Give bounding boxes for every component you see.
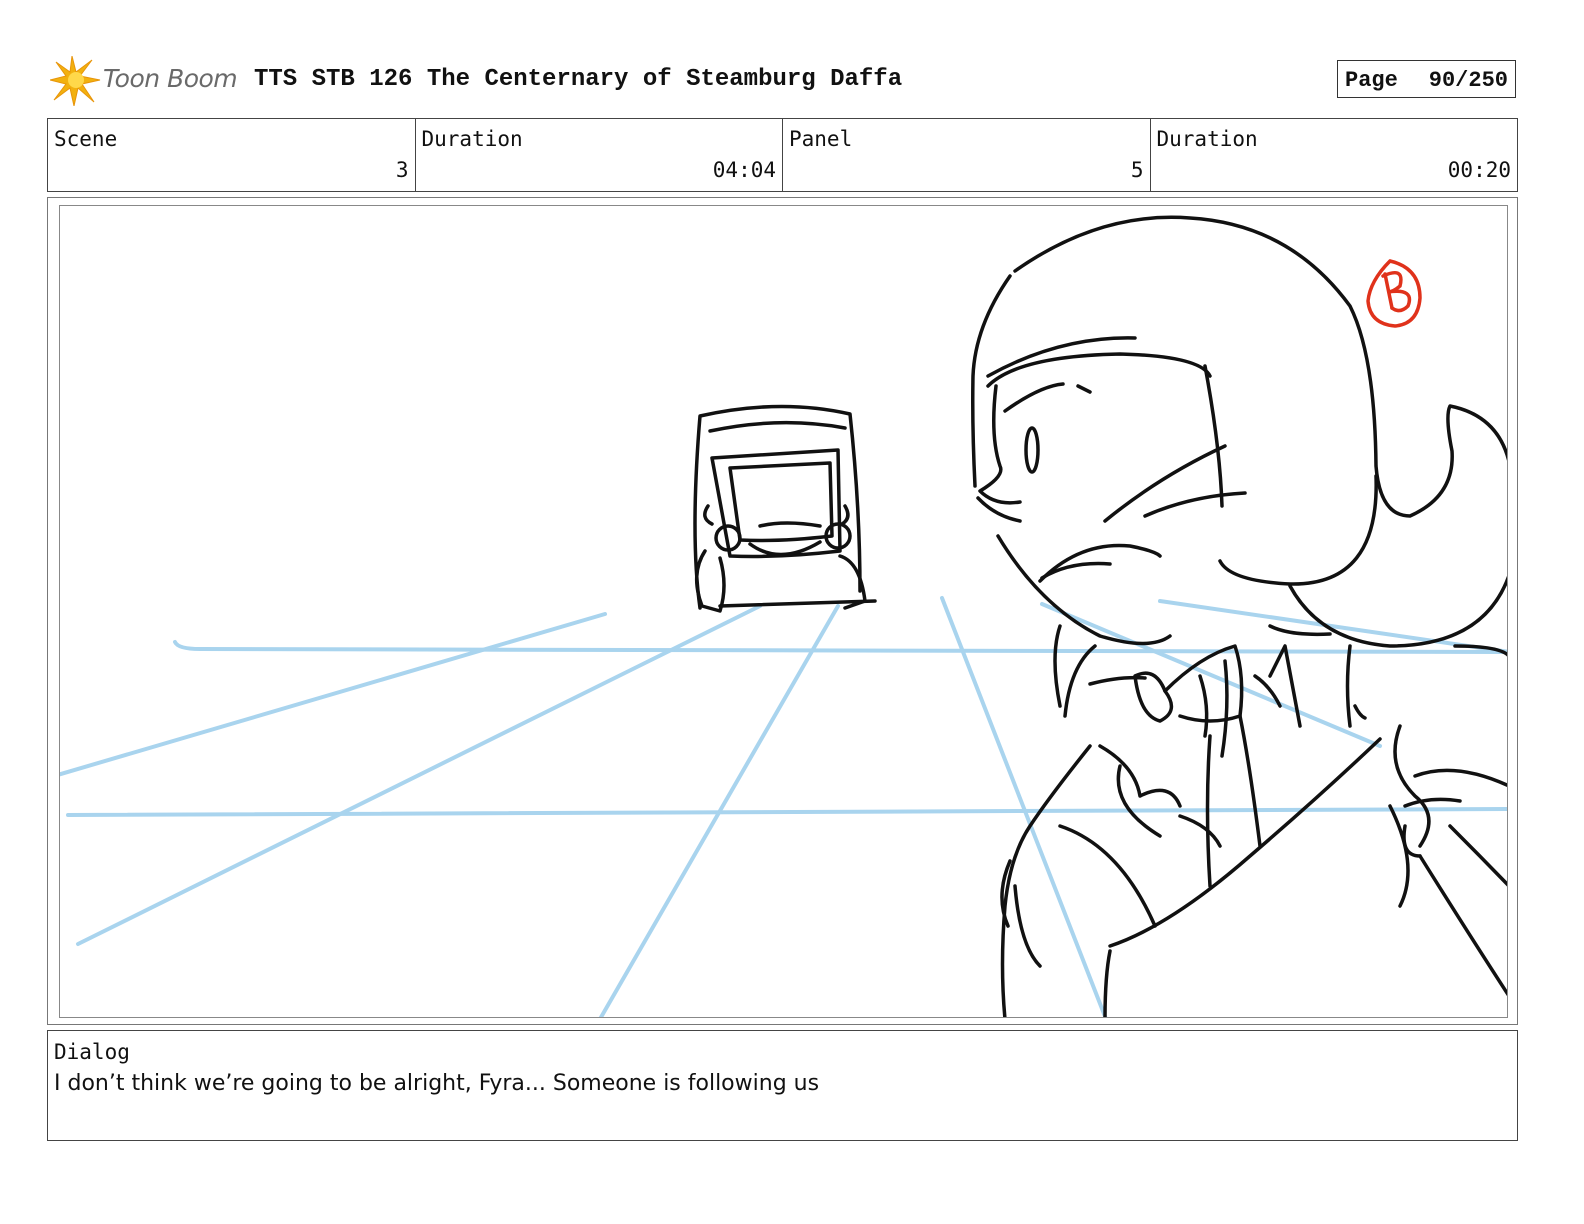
car-sketch: [693, 404, 877, 613]
sketch-drawing: [60, 215, 1507, 1017]
page-number: 90/250: [1428, 68, 1508, 93]
page-indicator: Page 90/250: [1337, 60, 1516, 98]
dialog-box: Dialog I don’t think we’re going to be a…: [47, 1030, 1518, 1141]
storyboard-panel-image: [59, 205, 1508, 1018]
panel-info-row: Scene 3 Duration 04:04 Panel 5 Duration …: [47, 118, 1518, 192]
scene-value: 3: [395, 158, 409, 182]
starburst-icon: [50, 56, 101, 106]
character-sketch: [971, 215, 1507, 1017]
panel-cell: Panel 5: [783, 119, 1151, 191]
scene-duration-label: Duration: [421, 127, 523, 151]
scene-duration-cell: Duration 04:04: [416, 119, 783, 191]
panel-duration-value: 00:20: [1447, 158, 1511, 182]
panel-duration-cell: Duration 00:20: [1151, 119, 1518, 191]
panel-value: 5: [1130, 158, 1144, 182]
scene-cell: Scene 3: [48, 119, 416, 191]
dialog-label: Dialog: [54, 1040, 130, 1064]
panel-duration-label: Duration: [1156, 127, 1258, 151]
toon-boom-logo: Toon Boom: [50, 56, 240, 106]
panel-label: Panel: [789, 127, 853, 151]
scene-label: Scene: [54, 127, 118, 151]
perspective-guides: [60, 596, 1507, 1017]
logo-text: Toon Boom: [103, 64, 238, 93]
dialog-text: I don’t think we’re going to be alright,…: [54, 1071, 820, 1096]
b-mark: [1366, 259, 1422, 328]
page-label: Page: [1345, 68, 1398, 93]
document-title: TTS STB 126 The Centernary of Steamburg …: [254, 66, 903, 93]
scene-duration-value: 04:04: [712, 158, 776, 182]
